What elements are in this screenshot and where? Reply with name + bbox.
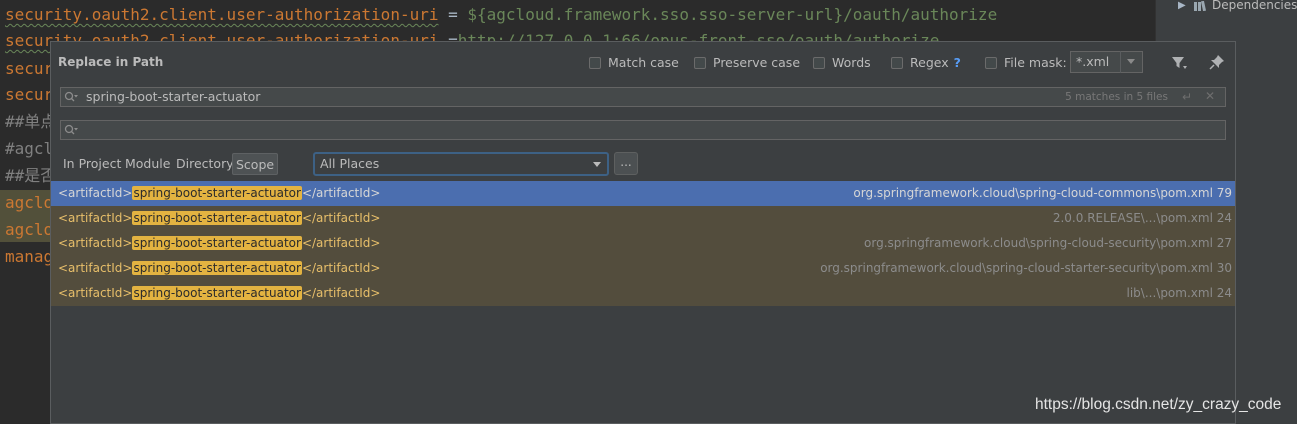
replace-input[interactable]: [60, 120, 1226, 140]
code-line[interactable]: ##是否: [5, 163, 56, 189]
open-tag: <artifactId>: [58, 236, 133, 250]
scope-browse-button[interactable]: ...: [614, 152, 638, 175]
words-option[interactable]: Words: [813, 55, 871, 70]
tree-item-dependencies[interactable]: Dependencies: [1212, 0, 1297, 12]
filter-icon[interactable]: [1171, 55, 1187, 71]
code-line[interactable]: security.oauth2.client.user-authorizatio…: [5, 2, 997, 28]
close-tag: </artifactId>: [301, 286, 381, 300]
code-line[interactable]: ##单点: [5, 109, 56, 135]
match-highlight: spring-boot-starter-actuator: [132, 186, 302, 200]
match-highlight: spring-boot-starter-actuator: [132, 286, 302, 300]
expand-arrow-icon[interactable]: ▶: [1178, 0, 1186, 11]
result-row[interactable]: <artifactId>spring-boot-starter-actuator…: [51, 231, 1235, 256]
result-code: <artifactId>spring-boot-starter-actuator…: [58, 231, 380, 256]
dialog-title: Replace in Path: [58, 55, 164, 69]
match-highlight: spring-boot-starter-actuator: [132, 211, 302, 225]
scope-select[interactable]: All Places: [313, 152, 609, 176]
property-value: ${agcloud.framework.sso.sso-server-url}/…: [467, 5, 998, 24]
match-count: 5 matches in 5 files: [1065, 91, 1168, 103]
code-line[interactable]: manag: [5, 244, 53, 270]
match-highlight: spring-boot-starter-actuator: [132, 236, 302, 250]
close-tag: </artifactId>: [301, 211, 381, 225]
result-path: org.springframework.cloud\spring-cloud-s…: [864, 236, 1232, 250]
match-highlight: spring-boot-starter-actuator: [132, 261, 302, 275]
result-row[interactable]: <artifactId>spring-boot-starter-actuator…: [51, 181, 1235, 206]
file-mask-option[interactable]: File mask:: [985, 55, 1067, 70]
tab-directory[interactable]: Directory: [173, 153, 237, 175]
result-path: org.springframework.cloud\spring-cloud-c…: [853, 186, 1232, 200]
regex-checkbox[interactable]: [891, 56, 903, 69]
code-line[interactable]: agclo: [5, 190, 53, 216]
preserve-case-checkbox[interactable]: [694, 56, 706, 69]
regex-label: Regex: [910, 55, 949, 70]
close-tag: </artifactId>: [301, 236, 381, 250]
result-row[interactable]: <artifactId>spring-boot-starter-actuator…: [51, 206, 1235, 231]
match-case-label: Match case: [608, 55, 679, 70]
regex-option[interactable]: Regex ?: [891, 55, 961, 70]
new-line-icon[interactable]: ↵: [1182, 90, 1192, 104]
clear-icon[interactable]: ✕: [1205, 89, 1215, 103]
tab-module[interactable]: Module: [122, 153, 173, 175]
code-line[interactable]: secur: [5, 82, 53, 108]
open-tag: <artifactId>: [58, 186, 133, 200]
result-code: <artifactId>spring-boot-starter-actuator…: [58, 181, 380, 206]
match-case-option[interactable]: Match case: [589, 55, 679, 70]
result-code: <artifactId>spring-boot-starter-actuator…: [58, 256, 380, 281]
watermark: https://blog.csdn.net/zy_crazy_code: [1035, 396, 1282, 413]
result-code: <artifactId>spring-boot-starter-actuator…: [58, 281, 380, 306]
result-path: lib\...\pom.xml 24: [1126, 286, 1233, 300]
close-tag: </artifactId>: [301, 261, 381, 275]
preserve-case-option[interactable]: Preserve case: [694, 55, 800, 70]
pin-icon[interactable]: [1209, 54, 1225, 70]
tab-scope[interactable]: Scope: [232, 153, 279, 175]
library-icon: [1194, 1, 1206, 11]
file-mask-label: File mask:: [1004, 55, 1067, 70]
results-list: <artifactId>spring-boot-starter-actuator…: [51, 181, 1235, 306]
replace-history-icon[interactable]: [64, 124, 78, 136]
result-row[interactable]: <artifactId>spring-boot-starter-actuator…: [51, 281, 1235, 306]
search-text: spring-boot-starter-actuator: [86, 89, 261, 104]
chevron-down-icon: [593, 162, 601, 167]
code-line[interactable]: agclo: [5, 217, 53, 243]
open-tag: <artifactId>: [58, 261, 133, 275]
search-input[interactable]: spring-boot-starter-actuator 5 matches i…: [60, 87, 1226, 107]
file-mask-dropdown-icon[interactable]: [1120, 51, 1143, 73]
replace-in-path-dialog: Replace in Path Match case Preserve case…: [50, 41, 1236, 424]
open-tag: <artifactId>: [58, 286, 133, 300]
words-label: Words: [832, 55, 871, 70]
search-history-icon[interactable]: [64, 91, 78, 103]
code-line[interactable]: secur: [5, 56, 53, 82]
regex-help-link[interactable]: ?: [954, 55, 961, 70]
tab-in-project[interactable]: In Project: [60, 153, 124, 175]
scope-select-value: All Places: [320, 156, 380, 171]
match-case-checkbox[interactable]: [589, 56, 601, 69]
open-tag: <artifactId>: [58, 211, 133, 225]
property-key: security.oauth2.client.user-authorizatio…: [5, 5, 439, 24]
words-checkbox[interactable]: [813, 56, 825, 69]
equals-sign: =: [438, 5, 468, 24]
code-line[interactable]: #agcl: [5, 136, 53, 162]
close-tag: </artifactId>: [301, 186, 381, 200]
result-path: org.springframework.cloud\spring-cloud-s…: [820, 261, 1232, 275]
result-path: 2.0.0.RELEASE\...\pom.xml 24: [1052, 211, 1232, 225]
file-mask-checkbox[interactable]: [985, 56, 997, 69]
result-code: <artifactId>spring-boot-starter-actuator…: [58, 206, 380, 231]
preserve-case-label: Preserve case: [713, 55, 801, 70]
result-row[interactable]: <artifactId>spring-boot-starter-actuator…: [51, 256, 1235, 281]
